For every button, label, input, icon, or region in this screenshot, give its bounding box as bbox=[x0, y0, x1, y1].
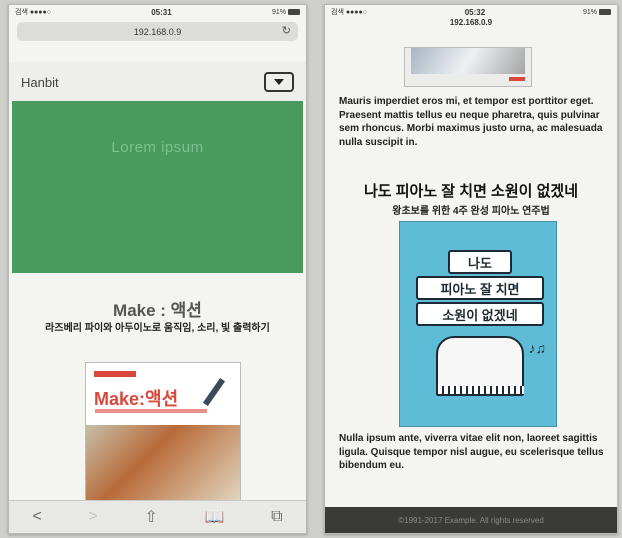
cover-subtitle-bar bbox=[95, 409, 207, 413]
cover-ribbon: 피아노 잘 치면 bbox=[416, 276, 544, 300]
battery-icon bbox=[287, 8, 300, 15]
status-bar: 검색 ●●●●○ 05:31 91% bbox=[9, 5, 306, 19]
battery-status: 91% bbox=[272, 9, 300, 16]
bookmarks-icon[interactable]: 📖 bbox=[205, 507, 225, 527]
address-bar[interactable]: 192.168.0.9 ↻ bbox=[17, 22, 298, 41]
left-phone-screen: 검색 ●●●●○ 05:31 91% 192.168.0.9 ↻ Hanbit … bbox=[8, 4, 307, 534]
piano-keys bbox=[436, 386, 524, 394]
body-paragraph: Nulla ipsum ante, viverra vitae elit non… bbox=[339, 433, 604, 471]
cover-tag bbox=[94, 371, 136, 377]
page-footer: ©1991-2017 Example. All rights reserved bbox=[325, 507, 617, 533]
browser-toolbar: < > ⇧ 📖 ⧉ bbox=[9, 500, 306, 533]
cover-title: Make:액션 bbox=[94, 389, 179, 409]
tabs-icon[interactable]: ⧉ bbox=[271, 508, 282, 526]
cover-mark bbox=[509, 77, 525, 81]
url-text: 192.168.0.9 bbox=[133, 26, 182, 37]
share-icon[interactable]: ⇧ bbox=[144, 507, 157, 527]
compact-url[interactable]: 192.168.0.9 bbox=[325, 18, 617, 27]
hero-banner: Lorem ipsum bbox=[12, 101, 303, 273]
carrier-signal: 검색 ●●●●○ bbox=[15, 9, 51, 16]
status-time: 05:31 bbox=[151, 7, 172, 17]
battery-status: 91% bbox=[583, 9, 611, 16]
status-bar: 검색 ●●●●○ 05:32 91% bbox=[325, 5, 617, 19]
body-paragraph: Mauris imperdiet eros mi, et tempor est … bbox=[339, 96, 603, 148]
navbar-toggle-button[interactable] bbox=[264, 72, 294, 92]
cover-art bbox=[411, 48, 525, 74]
reload-icon[interactable]: ↻ bbox=[282, 24, 291, 37]
dropdown-icon bbox=[274, 79, 284, 85]
status-time: 05:32 bbox=[464, 7, 486, 17]
book-subtitle: 왕초보를 위한 4주 완성 피아노 연주법 bbox=[392, 206, 550, 217]
book-cover-image bbox=[404, 47, 532, 87]
brand-link[interactable]: Hanbit bbox=[21, 75, 59, 90]
hero-title: Lorem ipsum bbox=[111, 139, 204, 156]
electronics-photo bbox=[86, 425, 240, 503]
pen-graphic bbox=[202, 377, 226, 407]
book-title: 나도 피아노 잘 치면 소원이 없겠네 bbox=[363, 183, 579, 200]
carrier-signal: 검색 ●●●●○ bbox=[331, 9, 367, 16]
book-title: Make : 액션 bbox=[113, 301, 202, 320]
book-cover-image: Make:액션 bbox=[85, 362, 241, 504]
music-note-icon: ♪♫ bbox=[528, 340, 547, 356]
cover-ribbon: 소원이 없겠네 bbox=[416, 302, 544, 326]
book-cover-image: 나도 피아노 잘 치면 소원이 없겠네 ♪♫ bbox=[399, 221, 557, 427]
back-icon[interactable]: < bbox=[32, 508, 41, 526]
book-subtitle: 라즈베리 파이와 아두이노로 움직임, 소리, 빛 출력하기 bbox=[45, 323, 270, 334]
forward-icon[interactable]: > bbox=[88, 508, 97, 526]
cover-ribbon: 나도 bbox=[448, 250, 512, 274]
site-navbar: Hanbit bbox=[9, 62, 306, 102]
right-phone-screen: 검색 ●●●●○ 05:32 91% 192.168.0.9 Mauris im… bbox=[324, 4, 618, 534]
battery-icon bbox=[598, 8, 611, 15]
